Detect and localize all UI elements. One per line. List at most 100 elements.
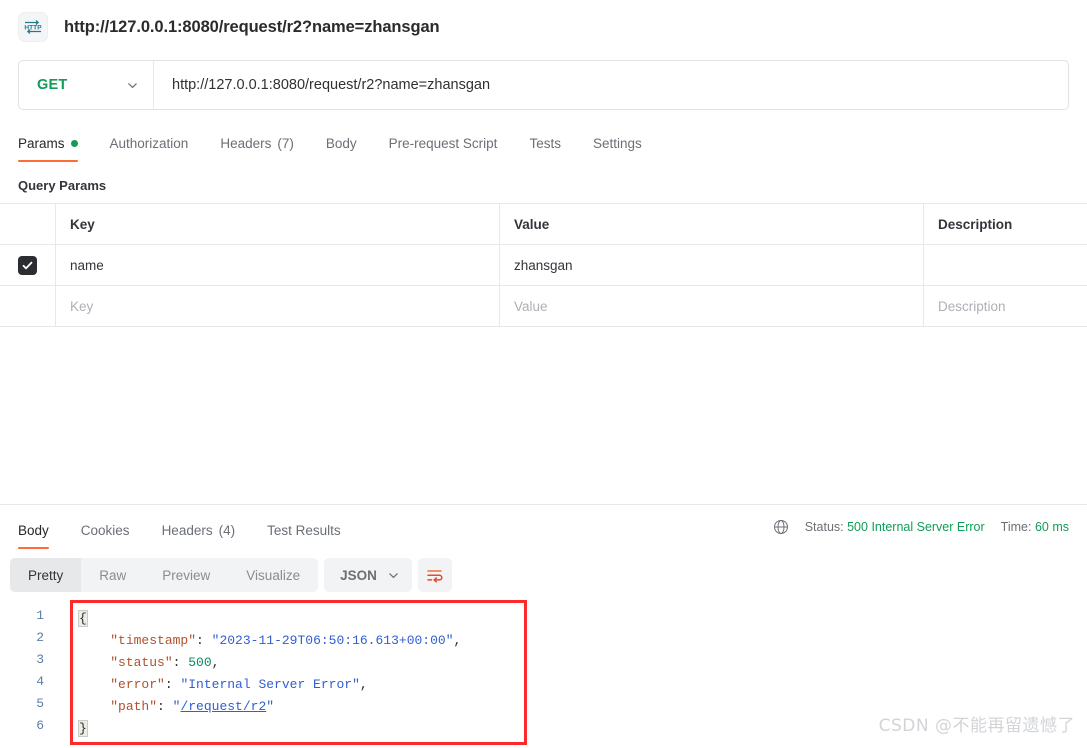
url-bar-container: GET http://127.0.0.1:8080/request/r2?nam… <box>0 54 1087 110</box>
code-token-key: "timestamp" <box>110 633 197 648</box>
method-selector[interactable]: GET <box>19 61 154 109</box>
code-token-punc: : <box>157 699 173 714</box>
tab-headers-label: Headers <box>220 135 272 151</box>
response-tab-test-results-label: Test Results <box>267 522 341 538</box>
response-tab-cookies[interactable]: Cookies <box>65 511 146 549</box>
code-line: "path": "/request/r2" <box>79 696 524 718</box>
tab-tests-label: Tests <box>529 135 561 151</box>
tab-headers[interactable]: Headers (7) <box>204 124 310 162</box>
page-title: http://127.0.0.1:8080/request/r2?name=zh… <box>64 17 440 36</box>
tab-body-label: Body <box>325 135 357 151</box>
code-token-punc: , <box>211 655 220 670</box>
tab-params[interactable]: Params <box>18 124 94 162</box>
code-line: } <box>78 718 524 740</box>
http-icon: HTTP <box>18 12 48 42</box>
line-number-gutter: 1 2 3 4 5 6 <box>0 600 56 748</box>
format-selector[interactable]: JSON <box>324 558 412 592</box>
tab-pre-request-script[interactable]: Pre-request Script <box>373 124 514 162</box>
checkbox-checked-icon[interactable] <box>18 255 37 275</box>
response-tab-test-results[interactable]: Test Results <box>251 511 357 549</box>
line-number: 4 <box>36 674 44 689</box>
response-tab-cookies-label: Cookies <box>80 522 130 538</box>
json-highlight-box: { "timestamp": "2023-11-29T06:50:16.613+… <box>70 600 527 745</box>
chevron-down-icon <box>387 569 400 582</box>
row-description-placeholder[interactable]: Description <box>924 286 1087 326</box>
json-code-content[interactable]: { "timestamp": "2023-11-29T06:50:16.613+… <box>73 603 524 740</box>
query-params-table: Key Value Description name zhansgan Key … <box>0 203 1087 327</box>
view-pretty-button[interactable]: Pretty <box>10 558 82 592</box>
body-toolbar: Pretty Raw Preview Visualize JSON <box>10 558 452 592</box>
code-token-punc: : <box>172 655 189 670</box>
tab-settings-label: Settings <box>592 135 642 151</box>
tab-authorization-label: Authorization <box>109 135 189 151</box>
time-label: Time: <box>1000 520 1032 534</box>
row-value-placeholder[interactable]: Value <box>500 286 924 326</box>
header-cell-value: Value <box>500 204 924 244</box>
code-token-punc: , <box>359 677 368 692</box>
row-value[interactable]: zhansgan <box>500 245 924 285</box>
table-row[interactable]: name zhansgan <box>0 245 1087 286</box>
method-label: GET <box>37 77 68 93</box>
code-token-key: "status" <box>110 655 173 670</box>
row-key-placeholder[interactable]: Key <box>56 286 500 326</box>
view-raw-button[interactable]: Raw <box>81 558 144 592</box>
watermark: CSDN @不能再留遗憾了 <box>878 716 1075 736</box>
status-badge: Status: 500 Internal Server Error <box>805 520 985 534</box>
code-token-brace: { <box>78 610 88 627</box>
code-token-key: "error" <box>110 677 165 692</box>
code-token-link[interactable]: /request/r2 <box>180 699 266 714</box>
view-preview-button[interactable]: Preview <box>144 558 228 592</box>
response-meta: Status: 500 Internal Server Error Time: … <box>773 519 1069 535</box>
line-number: 2 <box>36 630 44 645</box>
code-line: { <box>78 608 524 630</box>
response-tab-headers-label: Headers <box>161 522 213 538</box>
header-cell-key: Key <box>56 204 500 244</box>
url-bar: GET http://127.0.0.1:8080/request/r2?nam… <box>18 60 1069 110</box>
response-active-tab-underline <box>18 546 49 549</box>
table-header-row: Key Value Description <box>0 204 1087 245</box>
query-params-title: Query Params <box>18 178 107 193</box>
line-number: 3 <box>36 652 44 667</box>
tab-headers-count: (7) <box>277 135 294 151</box>
code-line: "status": 500, <box>79 652 524 674</box>
code-token-str: "Internal Server Error" <box>180 677 360 692</box>
row-checkbox-empty[interactable] <box>0 286 56 326</box>
response-tabs: Body Cookies Headers (4) Test Results <box>18 505 357 549</box>
line-number: 5 <box>36 696 44 711</box>
chevron-down-icon <box>126 79 139 92</box>
view-visualize-button[interactable]: Visualize <box>228 558 318 592</box>
response-tab-body-label: Body <box>18 522 49 538</box>
time-badge: Time: 60 ms <box>1001 520 1069 534</box>
code-token-brace: } <box>78 720 88 737</box>
postman-window: HTTP http://127.0.0.1:8080/request/r2?na… <box>0 0 1087 748</box>
url-input[interactable]: http://127.0.0.1:8080/request/r2?name=zh… <box>154 61 1068 109</box>
row-description[interactable] <box>924 245 1087 285</box>
response-tab-body[interactable]: Body <box>18 511 65 549</box>
code-token-punc: , <box>453 633 462 648</box>
code-token-str: " <box>266 699 275 714</box>
wrap-text-icon[interactable] <box>417 558 452 592</box>
active-tab-underline <box>18 159 78 162</box>
tab-authorization[interactable]: Authorization <box>94 124 205 162</box>
tab-body[interactable]: Body <box>310 124 373 162</box>
format-label: JSON <box>340 567 377 583</box>
globe-icon <box>773 519 789 535</box>
row-checkbox[interactable] <box>0 245 56 285</box>
row-key[interactable]: name <box>56 245 500 285</box>
code-token-punc: : <box>164 677 181 692</box>
code-line: "error": "Internal Server Error", <box>79 674 524 696</box>
line-number: 1 <box>36 608 44 623</box>
status-label: Status: <box>804 520 844 534</box>
tab-params-label: Params <box>18 135 65 151</box>
body-view-switcher: Pretty Raw Preview Visualize <box>10 558 319 592</box>
code-token-num: 500 <box>188 655 212 670</box>
request-tabs: Params Authorization Headers (7) Body Pr… <box>0 124 1087 162</box>
response-tab-headers[interactable]: Headers (4) <box>146 511 252 549</box>
code-line: "timestamp": "2023-11-29T06:50:16.613+00… <box>79 630 524 652</box>
tab-tests[interactable]: Tests <box>513 124 577 162</box>
header-cell-checkbox <box>0 204 56 244</box>
tab-settings[interactable]: Settings <box>577 124 658 162</box>
code-token-str: "2023-11-29T06:50:16.613+00:00" <box>211 633 454 648</box>
titlebar: HTTP http://127.0.0.1:8080/request/r2?na… <box>0 0 1087 54</box>
table-row-empty[interactable]: Key Value Description <box>0 286 1087 327</box>
